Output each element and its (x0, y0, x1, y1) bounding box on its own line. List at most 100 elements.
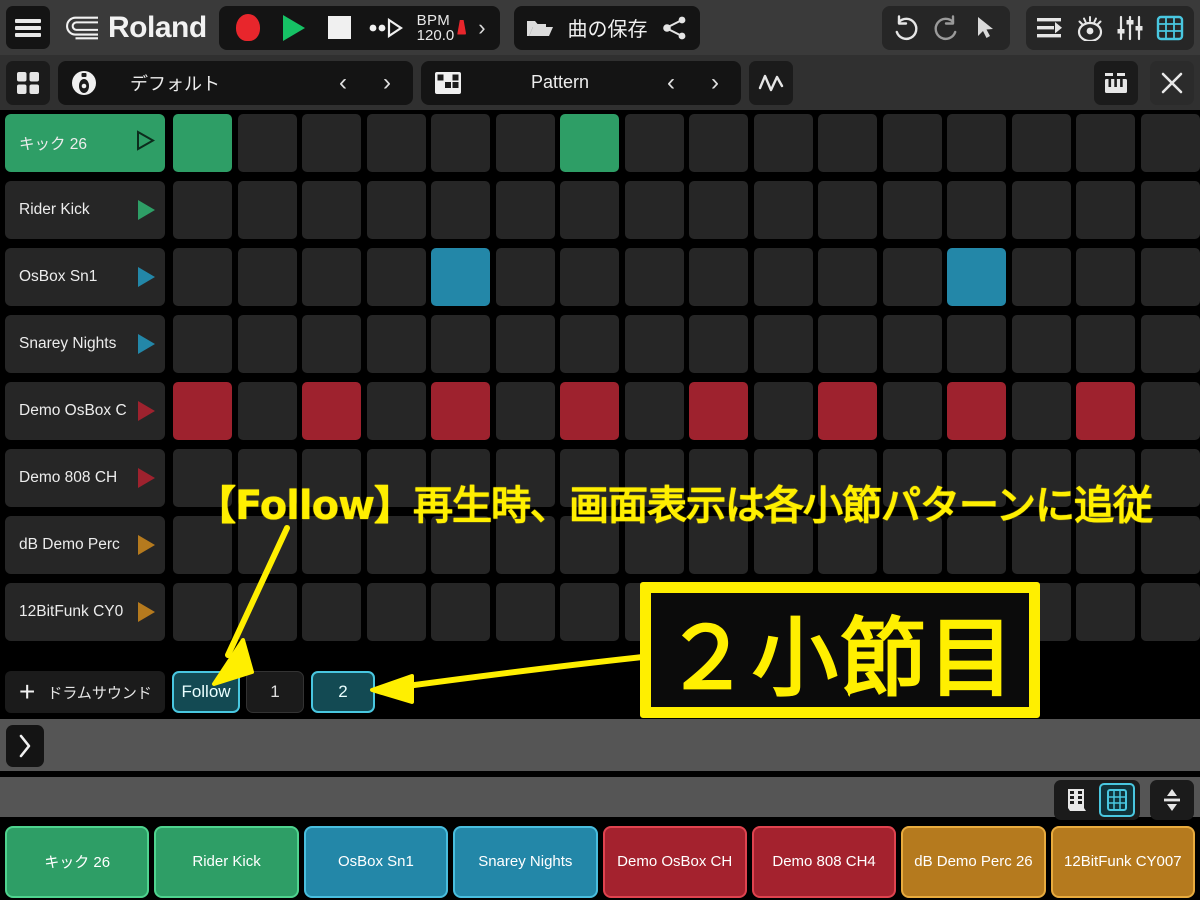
step-cell-r3-s3[interactable] (302, 248, 361, 306)
step-cell-r1-s12[interactable] (882, 114, 942, 172)
step-cell-r3-s11[interactable] (818, 248, 877, 306)
step-cell-r8-s8[interactable] (624, 583, 684, 641)
sound-pad-4[interactable]: Snarey Nights (453, 825, 598, 898)
step-cell-r2-s7[interactable] (560, 181, 619, 239)
step-cell-r8-s9[interactable] (689, 583, 748, 641)
step-cell-r4-s5[interactable] (431, 315, 490, 373)
step-cell-r8-s10[interactable] (753, 583, 813, 641)
bar-button-1[interactable]: 1 (246, 671, 304, 713)
step-cell-r1-s15[interactable] (1076, 114, 1135, 172)
step-cell-r7-s14[interactable] (1011, 516, 1071, 574)
step-cell-r6-s2[interactable] (237, 449, 297, 507)
track-label-1[interactable]: キック 26 (5, 114, 165, 172)
step-cell-r8-s2[interactable] (237, 583, 297, 641)
step-cell-r3-s8[interactable] (624, 248, 684, 306)
step-cell-r3-s7[interactable] (560, 248, 619, 306)
step-cell-r5-s12[interactable] (882, 382, 942, 440)
step-cell-r4-s6[interactable] (495, 315, 555, 373)
step-cell-r5-s10[interactable] (753, 382, 813, 440)
track-preview-play-icon[interactable] (138, 535, 155, 555)
grid-view-icon[interactable] (1099, 783, 1135, 817)
step-cell-r5-s9[interactable] (689, 382, 748, 440)
sound-pad-2[interactable]: Rider Kick (154, 825, 299, 898)
step-cell-r8-s3[interactable] (302, 583, 361, 641)
step-cell-r4-s11[interactable] (818, 315, 877, 373)
step-cell-r5-s3[interactable] (302, 382, 361, 440)
step-cell-r7-s2[interactable] (237, 516, 297, 574)
step-cell-r6-s15[interactable] (1076, 449, 1135, 507)
step-cell-r8-s15[interactable] (1076, 583, 1135, 641)
step-cell-r3-s14[interactable] (1011, 248, 1071, 306)
arrange-icon[interactable] (1030, 8, 1070, 48)
step-cell-r3-s1[interactable] (173, 248, 232, 306)
step-cell-r2-s5[interactable] (431, 181, 490, 239)
step-cell-r2-s14[interactable] (1011, 181, 1071, 239)
step-cell-r2-s4[interactable] (366, 181, 426, 239)
step-cell-r2-s1[interactable] (173, 181, 232, 239)
track-preview-play-icon[interactable] (138, 468, 155, 488)
track-label-2[interactable]: Rider Kick (5, 181, 165, 239)
step-cell-r4-s13[interactable] (947, 315, 1006, 373)
step-cell-r5-s4[interactable] (366, 382, 426, 440)
track-preview-play-icon[interactable] (138, 334, 155, 354)
step-forward-button[interactable] (363, 6, 409, 50)
step-cell-r8-s16[interactable] (1140, 583, 1200, 641)
step-cell-r6-s8[interactable] (624, 449, 684, 507)
step-cell-r5-s13[interactable] (947, 382, 1006, 440)
record-button[interactable] (225, 6, 271, 50)
undo-icon[interactable] (886, 8, 926, 48)
step-cell-r1-s1[interactable] (173, 114, 232, 172)
step-cell-r2-s11[interactable] (818, 181, 877, 239)
track-preview-play-icon[interactable] (138, 401, 155, 421)
step-cell-r1-s2[interactable] (237, 114, 297, 172)
step-cell-r1-s7[interactable] (560, 114, 619, 172)
step-cell-r6-s4[interactable] (366, 449, 426, 507)
step-cell-r7-s5[interactable] (431, 516, 490, 574)
automation-icon[interactable] (749, 60, 793, 105)
follow-toggle-button[interactable]: Follow (172, 671, 240, 713)
step-cell-r4-s15[interactable] (1076, 315, 1135, 373)
step-cell-r3-s12[interactable] (882, 248, 942, 306)
step-cell-r7-s6[interactable] (495, 516, 555, 574)
step-cell-r5-s15[interactable] (1076, 382, 1135, 440)
kit-prev-button[interactable]: ‹ (323, 61, 363, 105)
step-cell-r1-s13[interactable] (947, 114, 1006, 172)
step-cell-r4-s3[interactable] (302, 315, 361, 373)
pattern-next-button[interactable]: › (695, 61, 735, 105)
step-cell-r5-s5[interactable] (431, 382, 490, 440)
step-cell-r6-s1[interactable] (173, 449, 232, 507)
pointer-icon[interactable] (966, 8, 1006, 48)
sound-pad-7[interactable]: dB Demo Perc 26 (901, 825, 1046, 898)
step-cell-r4-s8[interactable] (624, 315, 684, 373)
add-drum-sound-button[interactable]: + ドラムサウンド (5, 671, 165, 713)
velocity-view-icon[interactable] (1059, 783, 1095, 817)
step-cell-r7-s13[interactable] (947, 516, 1006, 574)
folder-open-icon[interactable] (526, 17, 554, 39)
sound-pad-3[interactable]: OsBox Sn1 (303, 825, 449, 898)
step-cell-r1-s4[interactable] (366, 114, 426, 172)
step-cell-r7-s1[interactable] (173, 516, 232, 574)
step-cell-r7-s10[interactable] (753, 516, 813, 574)
step-cell-r4-s7[interactable] (560, 315, 619, 373)
step-cell-r7-s4[interactable] (366, 516, 426, 574)
step-cell-r3-s9[interactable] (689, 248, 748, 306)
step-cell-r7-s7[interactable] (560, 516, 619, 574)
step-cell-r2-s6[interactable] (495, 181, 555, 239)
step-cell-r4-s10[interactable] (753, 315, 813, 373)
step-cell-r5-s8[interactable] (624, 382, 684, 440)
track-label-7[interactable]: dB Demo Perc (5, 516, 165, 574)
step-cell-r2-s2[interactable] (237, 181, 297, 239)
step-cell-r4-s4[interactable] (366, 315, 426, 373)
track-preview-play-icon[interactable] (138, 200, 155, 220)
step-cell-r6-s14[interactable] (1011, 449, 1071, 507)
sound-pad-8[interactable]: 12BitFunk CY007 (1050, 825, 1195, 898)
save-song-button[interactable]: 曲の保存 (568, 13, 648, 42)
sound-pad-1[interactable]: キック 26 (5, 825, 150, 898)
step-cell-r5-s6[interactable] (495, 382, 555, 440)
track-label-6[interactable]: Demo 808 CH (5, 449, 165, 507)
step-cell-r4-s12[interactable] (882, 315, 942, 373)
step-cell-r7-s9[interactable] (689, 516, 748, 574)
step-cell-r8-s7[interactable] (560, 583, 619, 641)
step-cell-r6-s9[interactable] (689, 449, 748, 507)
transport-expand-button[interactable]: › (470, 15, 493, 41)
